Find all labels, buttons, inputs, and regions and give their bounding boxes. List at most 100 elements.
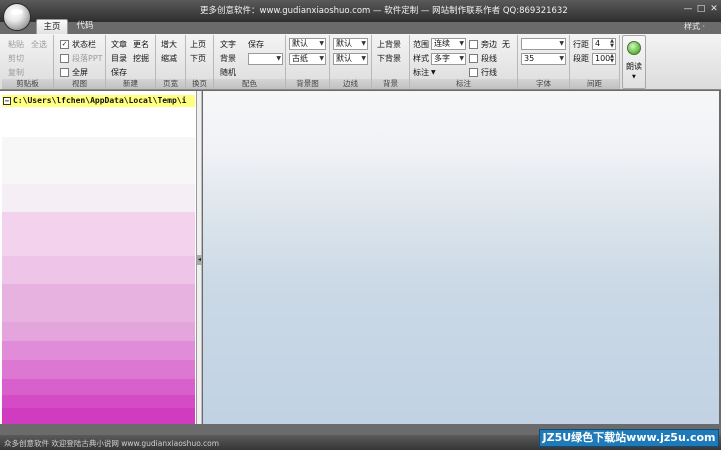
save-button[interactable]: 保存 bbox=[111, 68, 127, 78]
next-page-button[interactable]: 下页 bbox=[190, 54, 206, 64]
decrease-width-button[interactable]: 缩减 bbox=[161, 54, 177, 64]
dig-button[interactable]: 挖掘 bbox=[133, 54, 149, 64]
text-stripe bbox=[2, 184, 195, 212]
chevron-down-icon: ▼ bbox=[431, 69, 436, 76]
chapter-editor-pane[interactable]: − C:\Users\lfchen\AppData\Local\Temp\i bbox=[0, 91, 197, 424]
side-checkbox[interactable] bbox=[469, 40, 478, 49]
group-label: 边线 bbox=[330, 79, 371, 89]
statusbar-checkbox[interactable]: ✓ bbox=[60, 40, 69, 49]
ribbon: 粘贴 全选 剪切 复制 剪贴板 ✓ 状态栏 段落PPT 全屏 视图 文章 更名 … bbox=[0, 34, 721, 90]
bg-image-paper-dropdown[interactable]: 古纸 ▼ bbox=[289, 53, 326, 65]
dropdown-value: 默认 bbox=[336, 39, 352, 48]
ppt-checkbox[interactable] bbox=[60, 54, 69, 63]
annotate-button[interactable]: 标注 bbox=[413, 68, 429, 78]
rowline-label: 行线 bbox=[481, 68, 497, 77]
copy-button[interactable]: 复制 bbox=[8, 68, 24, 78]
group-bg-image: 默认 ▼ 古纸 ▼ 背景图 bbox=[286, 35, 330, 89]
toc-button[interactable]: 目录 bbox=[111, 54, 127, 64]
maximize-button[interactable]: □ bbox=[694, 3, 708, 15]
rowline-checkbox[interactable] bbox=[469, 68, 478, 77]
increase-width-button[interactable]: 增大 bbox=[161, 40, 177, 50]
background-color-dropdown[interactable]: ▼ bbox=[248, 53, 283, 65]
prev-page-button[interactable]: 上页 bbox=[190, 40, 206, 50]
text-stripe bbox=[2, 408, 195, 424]
group-label: 剪贴板 bbox=[2, 79, 53, 89]
status-text: 众多创意软件 欢迎登陆古典小说网 www.gudianxiaoshuo.com bbox=[4, 439, 220, 448]
select-all-button[interactable]: 全选 bbox=[31, 40, 47, 50]
ribbon-tabs: 主页 代码 样式 · bbox=[0, 17, 721, 34]
chevron-down-icon: ▼ bbox=[632, 74, 636, 80]
cut-button[interactable]: 剪切 bbox=[8, 54, 24, 64]
group-annotate: 范围 连续 ▼ 样式 多字 ▼ 标注 ▼ 旁边 无 段线 行线 标注 bbox=[410, 35, 518, 89]
none-label: 无 bbox=[502, 40, 510, 49]
splitter-handle-icon[interactable]: ◂ bbox=[197, 255, 202, 265]
paste-button[interactable]: 粘贴 bbox=[8, 40, 24, 50]
underline-label: 段线 bbox=[481, 54, 497, 63]
group-label: 字体 bbox=[518, 79, 569, 89]
group-background: 上背景 下背景 背景 bbox=[372, 35, 410, 89]
group-label: 换页 bbox=[186, 79, 213, 89]
text-stripe bbox=[2, 284, 195, 322]
border-dropdown-2[interactable]: 默认 ▼ bbox=[333, 53, 368, 65]
range-dropdown[interactable]: 连续 ▼ bbox=[431, 38, 466, 50]
group-clipboard: 粘贴 全选 剪切 复制 剪贴板 bbox=[2, 35, 54, 89]
line-spacing-stepper[interactable]: 4 ▲ ▼ bbox=[592, 38, 616, 50]
text-stripe bbox=[2, 256, 195, 284]
group-label: 配色 bbox=[214, 79, 285, 89]
fullscreen-checkbox[interactable] bbox=[60, 68, 69, 77]
font-name-dropdown[interactable]: ▼ bbox=[521, 38, 566, 50]
file-path-text: C:\Users\lfchen\AppData\Local\Temp\i bbox=[13, 96, 187, 105]
bg-image-default-dropdown[interactable]: 默认 ▼ bbox=[289, 38, 326, 50]
close-button[interactable]: ✕ bbox=[707, 3, 721, 15]
group-border: 默认 ▼ 默认 ▼ 边线 bbox=[330, 35, 372, 89]
text-stripe bbox=[2, 379, 195, 395]
read-aloud-label: 朗读 bbox=[626, 62, 642, 71]
dropdown-value: 古纸 bbox=[292, 54, 308, 63]
group-label: 视图 bbox=[54, 79, 105, 89]
new-chapter-button[interactable]: 文章 bbox=[111, 40, 127, 50]
minimize-button[interactable]: — bbox=[681, 3, 695, 15]
dropdown-value: 默认 bbox=[292, 39, 308, 48]
style-menu[interactable]: 样式 · bbox=[684, 19, 705, 34]
read-aloud-button[interactable]: 朗读 ▼ bbox=[622, 35, 646, 89]
stepper-value: 100 bbox=[595, 54, 611, 63]
group-page-width: 增大 缩减 页宽 bbox=[156, 35, 186, 89]
text-color-button[interactable]: 文字 bbox=[220, 40, 236, 50]
style-dropdown[interactable]: 多字 ▼ bbox=[431, 53, 466, 65]
group-label: 标注 bbox=[410, 79, 517, 89]
range-label: 范围 bbox=[413, 40, 429, 49]
chevron-down-icon: ▼ bbox=[459, 40, 464, 47]
group-label: 背景 bbox=[372, 79, 409, 89]
side-label: 旁边 bbox=[481, 40, 497, 49]
group-label: 间距 bbox=[570, 79, 619, 89]
background-color-label: 背景 bbox=[220, 54, 236, 63]
text-stripe bbox=[2, 212, 195, 256]
group-label: 背景图 bbox=[286, 79, 329, 89]
collapse-icon[interactable]: − bbox=[3, 96, 11, 105]
file-path-bar: − C:\Users\lfchen\AppData\Local\Temp\i bbox=[2, 95, 195, 107]
color-save-button[interactable]: 保存 bbox=[248, 40, 264, 50]
prev-background-button[interactable]: 上背景 bbox=[377, 40, 401, 50]
app-menu-orb-icon[interactable] bbox=[3, 3, 31, 31]
reader-pane[interactable] bbox=[203, 91, 719, 424]
border-dropdown-1[interactable]: 默认 ▼ bbox=[333, 38, 368, 50]
random-color-button[interactable]: 随机 bbox=[220, 68, 236, 78]
chevron-down-icon: ▼ bbox=[319, 40, 324, 47]
font-size-dropdown[interactable]: 35 ▼ bbox=[521, 53, 566, 65]
tab-code[interactable]: 代码 bbox=[70, 19, 100, 34]
style-label: 样式 bbox=[413, 54, 429, 63]
chevron-down-icon: ▼ bbox=[459, 55, 464, 62]
spinner-arrows-icon: ▲ ▼ bbox=[610, 38, 614, 49]
rename-button[interactable]: 更名 bbox=[133, 40, 149, 50]
chevron-down-icon: ▼ bbox=[361, 55, 366, 62]
chevron-down-icon: ▼ bbox=[559, 55, 564, 62]
group-new: 文章 更名 目录 挖掘 保存 新建 bbox=[106, 35, 156, 89]
group-view: ✓ 状态栏 段落PPT 全屏 视图 bbox=[54, 35, 106, 89]
group-color: 文字 保存 背景 ▼ 随机 配色 bbox=[214, 35, 286, 89]
para-spacing-stepper[interactable]: 100 ▲ ▼ bbox=[592, 53, 616, 65]
chevron-down-icon: ▼ bbox=[319, 55, 324, 62]
tab-home[interactable]: 主页 bbox=[36, 19, 68, 34]
underline-checkbox[interactable] bbox=[469, 54, 478, 63]
pane-splitter[interactable]: ◂ bbox=[197, 91, 202, 424]
next-background-button[interactable]: 下背景 bbox=[377, 54, 401, 64]
